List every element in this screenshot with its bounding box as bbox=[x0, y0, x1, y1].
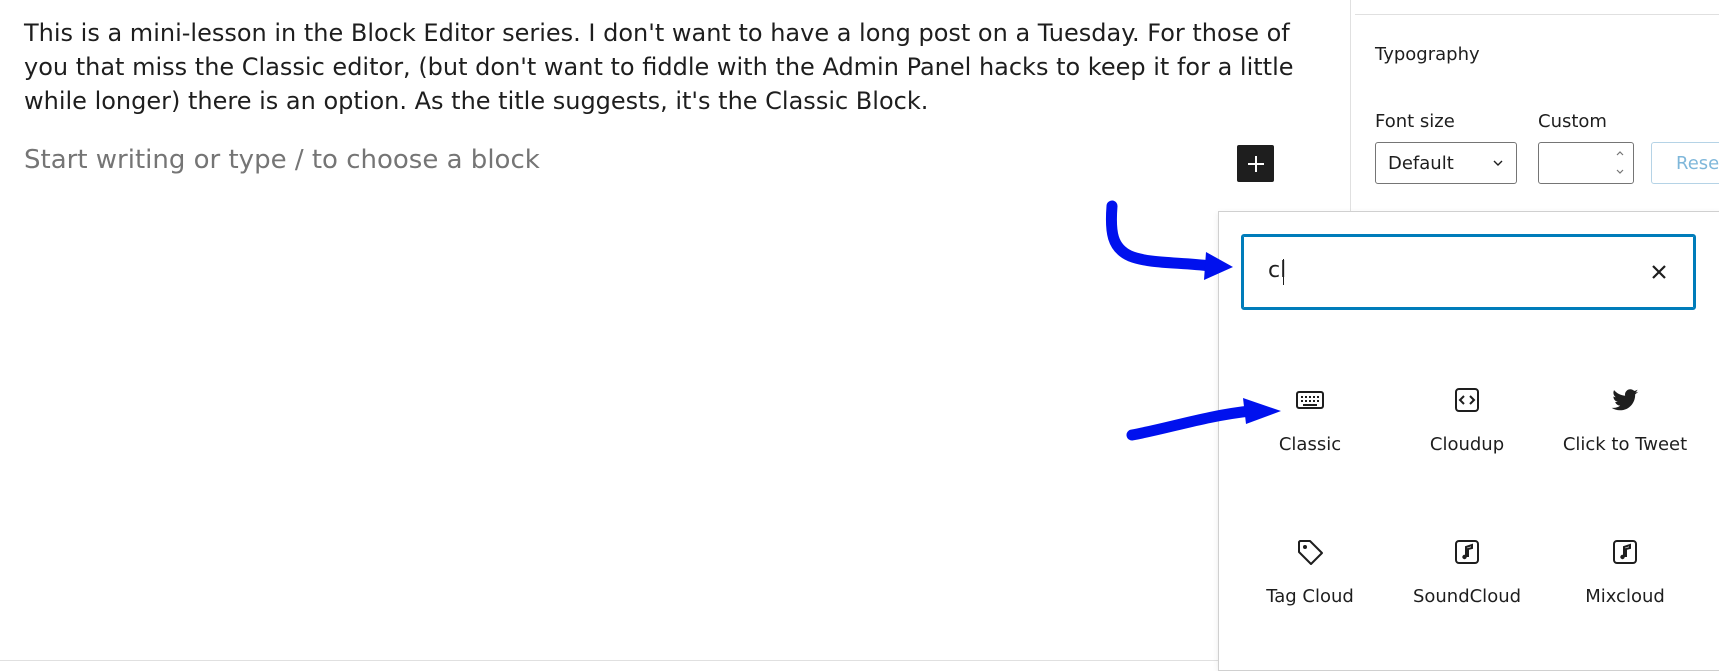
block-option-label: Classic bbox=[1278, 434, 1342, 455]
block-placeholder[interactable]: Start writing or type / to choose a bloc… bbox=[24, 145, 540, 175]
paragraph-block[interactable]: This is a mini-lesson in the Block Edito… bbox=[24, 16, 1294, 118]
twitter-icon bbox=[1611, 389, 1639, 411]
block-option-label: Tag Cloud bbox=[1266, 586, 1354, 607]
block-option-label: Cloudup bbox=[1429, 434, 1505, 455]
code-embed-icon bbox=[1455, 388, 1479, 412]
font-size-select[interactable]: Default bbox=[1375, 142, 1517, 184]
block-option-label: Click to Tweet bbox=[1562, 434, 1688, 455]
close-icon[interactable] bbox=[1649, 262, 1669, 282]
chevron-down-icon bbox=[1493, 160, 1503, 166]
tag-icon bbox=[1298, 540, 1323, 565]
text-caret bbox=[1283, 259, 1284, 285]
typography-panel-title[interactable]: Typography bbox=[1375, 44, 1480, 65]
block-search-input[interactable] bbox=[1241, 234, 1696, 310]
custom-size-label: Custom bbox=[1538, 111, 1607, 132]
audio-icon bbox=[1613, 540, 1637, 564]
font-size-label: Font size bbox=[1375, 111, 1455, 132]
divider bbox=[1355, 14, 1719, 15]
block-option-tag-cloud[interactable]: Tag Cloud bbox=[1240, 536, 1380, 626]
block-option-mixcloud[interactable]: Mixcloud bbox=[1555, 536, 1695, 626]
font-size-value: Default bbox=[1388, 152, 1454, 174]
block-option-soundcloud[interactable]: SoundCloud bbox=[1397, 536, 1537, 626]
block-option-click-to-tweet[interactable]: Click to Tweet bbox=[1555, 384, 1695, 474]
chevron-down-icon[interactable] bbox=[1615, 167, 1625, 177]
block-option-label: SoundCloud bbox=[1412, 586, 1522, 607]
add-block-button[interactable] bbox=[1237, 145, 1274, 182]
audio-icon bbox=[1455, 540, 1479, 564]
block-option-classic[interactable]: Classic bbox=[1240, 384, 1380, 474]
keyboard-icon bbox=[1296, 391, 1324, 409]
block-option-cloudup[interactable]: Cloudup bbox=[1397, 384, 1537, 474]
custom-size-input[interactable] bbox=[1538, 142, 1634, 184]
editor-canvas: This is a mini-lesson in the Block Edito… bbox=[0, 0, 1350, 662]
block-option-label: Mixcloud bbox=[1585, 586, 1665, 607]
plus-icon bbox=[1247, 155, 1264, 172]
chevron-up-icon[interactable] bbox=[1615, 148, 1625, 158]
reset-button[interactable]: Reset bbox=[1651, 142, 1719, 184]
divider bbox=[0, 660, 1350, 661]
